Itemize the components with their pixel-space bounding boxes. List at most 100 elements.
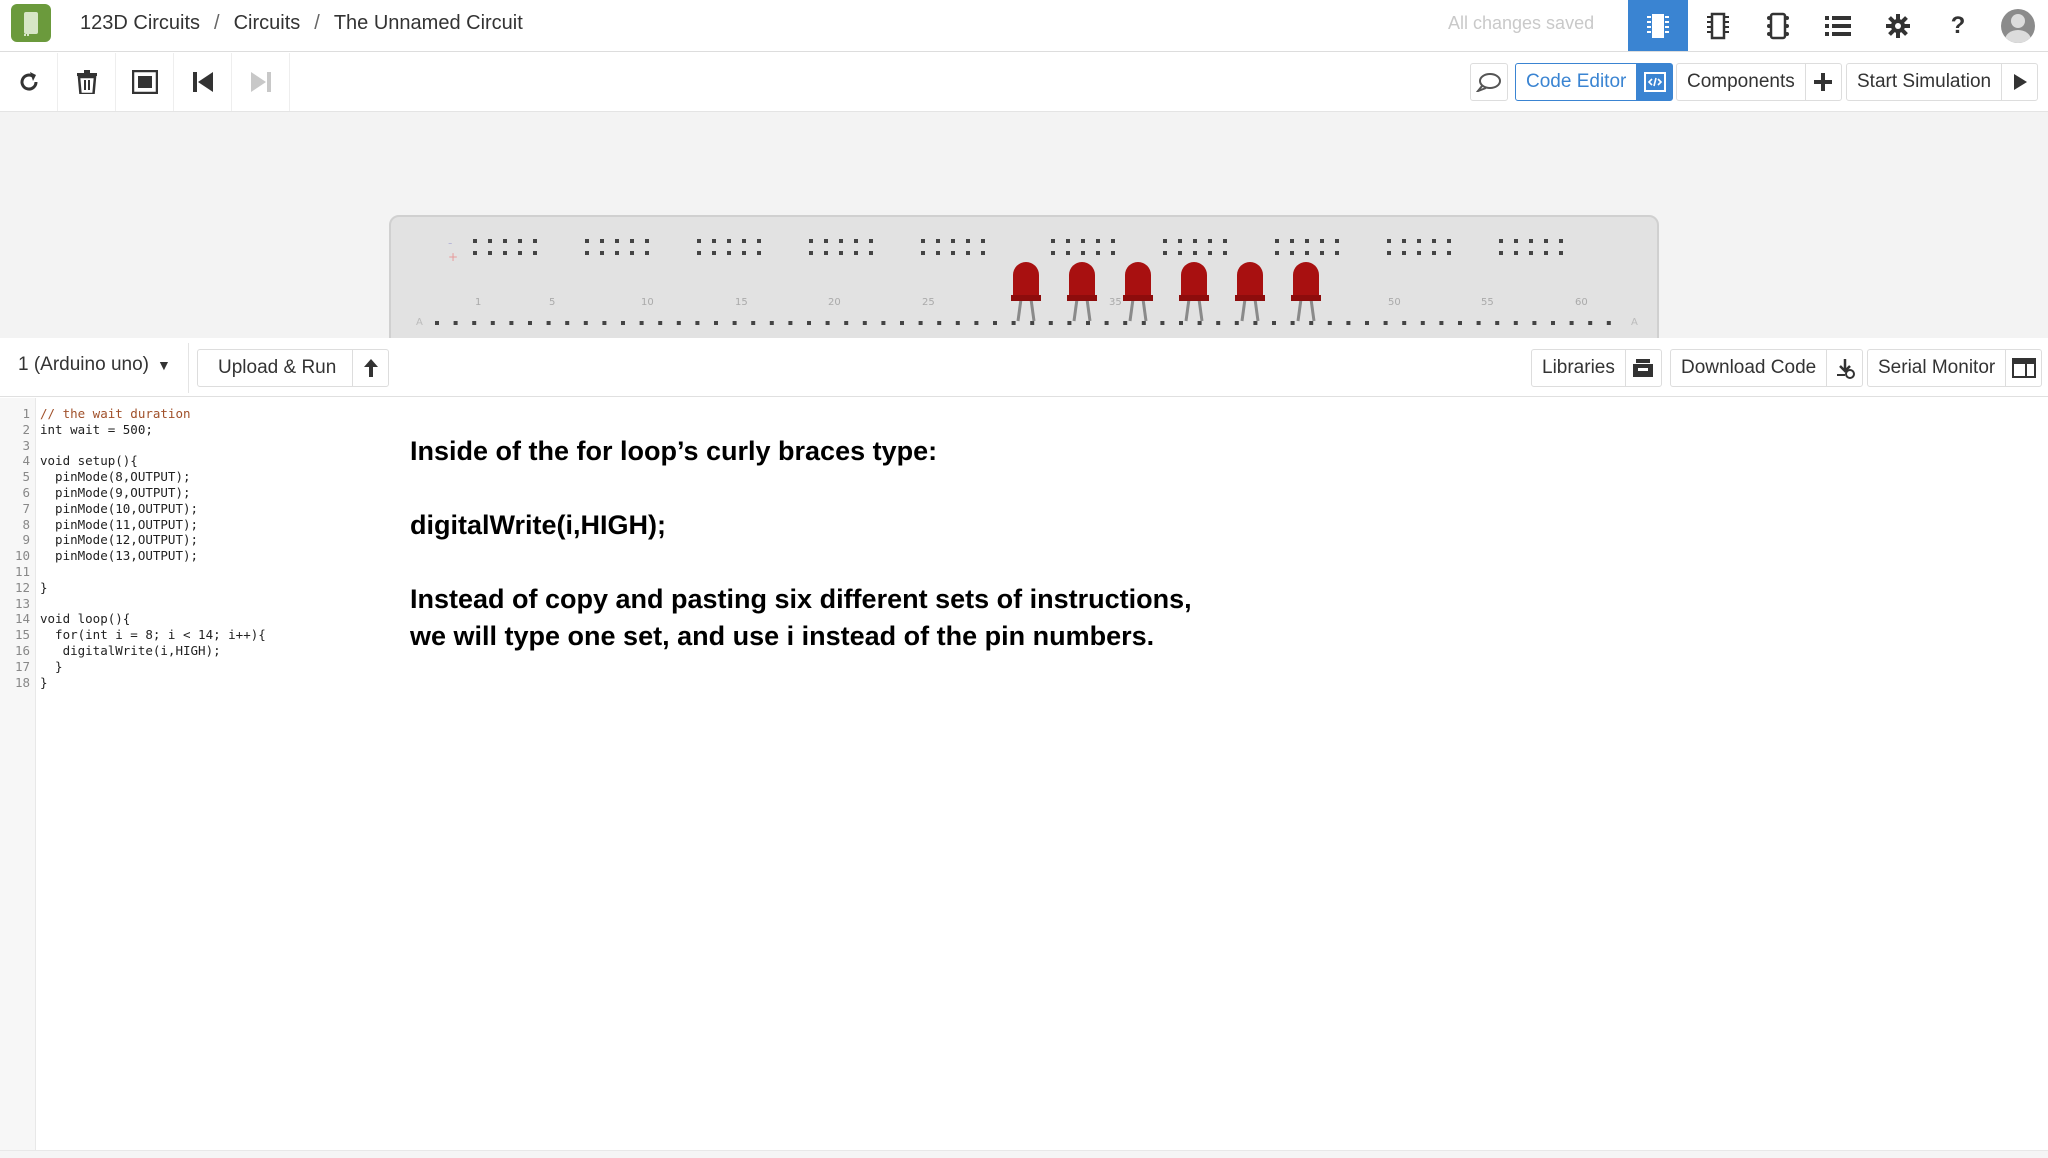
code-line[interactable]: void loop(){: [40, 611, 266, 627]
breadboard-hole: [809, 251, 813, 255]
breadboard-hole: [1387, 239, 1391, 243]
status-strip: [0, 1150, 2048, 1158]
code-line[interactable]: pinMode(11,OUTPUT);: [40, 517, 266, 533]
breadboard-hole: [1011, 321, 1016, 325]
breadboard-hole: [1123, 321, 1128, 325]
breadboard-hole: [757, 251, 761, 255]
column-label: 55: [1481, 297, 1494, 308]
breadboard-hole: [1417, 239, 1421, 243]
view-switcher: ?: [1628, 0, 2048, 51]
breadboard-hole: [1111, 251, 1115, 255]
breadboard-hole: [473, 239, 477, 243]
code-line[interactable]: pinMode(12,OUTPUT);: [40, 532, 266, 548]
led-leg: [1253, 298, 1260, 322]
line-number: 10: [14, 548, 30, 564]
breadboard-hole: [900, 321, 904, 325]
breadcrumb-item-home[interactable]: 123D Circuits: [80, 12, 200, 35]
breadcrumb-item-circuits[interactable]: Circuits: [234, 12, 301, 35]
breadboard-hole: [1529, 251, 1533, 255]
plus-icon: [1804, 64, 1841, 100]
led-leg: [1085, 298, 1092, 322]
breadboard-hole: [1272, 321, 1276, 325]
breadboard-hole: [1305, 251, 1309, 255]
code-line[interactable]: }: [40, 659, 266, 675]
help-icon[interactable]: ?: [1928, 0, 1988, 51]
caption-line-2: digitalWrite(i,HIGH);: [410, 510, 666, 540]
breadboard-hole: [1051, 251, 1055, 255]
breadboard-hole: [1320, 239, 1324, 243]
serial-monitor-button[interactable]: Serial Monitor: [1867, 349, 2043, 387]
code-editor-label: Code Editor: [1526, 71, 1627, 92]
gear-icon[interactable]: [1868, 0, 1928, 51]
pcb-view-icon[interactable]: [1748, 0, 1808, 51]
download-code-button[interactable]: Download Code: [1670, 349, 1864, 387]
code-line[interactable]: }: [40, 580, 266, 596]
code-line[interactable]: int wait = 500;: [40, 422, 266, 438]
user-avatar-icon[interactable]: [1988, 0, 2048, 51]
trash-icon[interactable]: [58, 53, 116, 111]
rotate-icon[interactable]: [0, 53, 58, 111]
line-number: 14: [14, 611, 30, 627]
code-line[interactable]: pinMode(10,OUTPUT);: [40, 501, 266, 517]
step-forward-icon[interactable]: [232, 53, 290, 111]
code-line[interactable]: pinMode(8,OUTPUT);: [40, 469, 266, 485]
breadboard-view-icon[interactable]: [1628, 0, 1688, 51]
breadboard-hole: [1499, 239, 1503, 243]
breadboard-hole: [1275, 251, 1279, 255]
breadboard-hole: [955, 321, 960, 325]
components-button[interactable]: Components: [1676, 63, 1842, 101]
start-simulation-label: Start Simulation: [1857, 71, 1992, 92]
code-text[interactable]: // the wait duration int wait = 500; void…: [40, 406, 266, 690]
breadboard-hole: [1432, 251, 1436, 255]
breadboard-hole: [1234, 321, 1239, 325]
line-number-gutter: 1 2 3 4 5 6 7 8 9 10 11 12 13 14 15 16 17 18: [0, 398, 36, 1150]
code-line[interactable]: pinMode(13,OUTPUT);: [40, 548, 266, 564]
circuit-canvas[interactable]: + -1 5 10 15 20 25 35 50 55 60 A A: [0, 112, 2048, 338]
breadboard-hole: [585, 239, 589, 243]
led-base: [1179, 295, 1209, 301]
led-leg: [1016, 298, 1023, 322]
schematic-view-icon[interactable]: [1688, 0, 1748, 51]
breadboard-hole: [1346, 321, 1351, 325]
save-status: All changes saved: [1448, 13, 1595, 33]
code-line[interactable]: }: [40, 675, 266, 691]
breadboard-hole: [1402, 239, 1406, 243]
breadboard-hole: [869, 251, 873, 255]
code-line[interactable]: [40, 438, 266, 454]
breadboard-hole: [1179, 321, 1183, 325]
serial-monitor-label: Serial Monitor: [1878, 357, 1996, 378]
breadboard-hole: [1365, 321, 1369, 325]
list-icon[interactable]: [1808, 0, 1868, 51]
led-leg: [1128, 298, 1135, 322]
breadboard-hole: [630, 251, 634, 255]
line-number: 15: [14, 627, 30, 643]
breadboard-graphic: +-1 5 10 15 20 25 35 50 55 60A A: [416, 236, 1638, 328]
start-simulation-button[interactable]: Start Simulation: [1846, 63, 2039, 101]
libraries-button[interactable]: Libraries: [1531, 349, 1662, 387]
code-line[interactable]: for(int i = 8; i < 14; i++){: [40, 627, 266, 643]
board-select[interactable]: 1 (Arduino uno) ▼: [18, 354, 171, 376]
upload-arrow-icon: [352, 350, 388, 386]
library-icon: [1624, 350, 1661, 386]
breadcrumb-item-circuit-name[interactable]: The Unnamed Circuit: [334, 12, 523, 35]
code-line[interactable]: void setup(){: [40, 453, 266, 469]
code-line[interactable]: // the wait duration: [40, 406, 266, 422]
app-logo[interactable]: [11, 4, 51, 42]
fit-to-screen-icon[interactable]: [116, 53, 174, 111]
breadboard-hole: [518, 251, 522, 255]
chat-icon[interactable]: [1470, 63, 1508, 101]
breadboard-hole: [712, 239, 716, 243]
breadboard-hole: [1096, 239, 1100, 243]
breadboard-hole: [676, 321, 681, 325]
breadboard-hole: [1417, 251, 1421, 255]
code-line[interactable]: digitalWrite(i,HIGH);: [40, 643, 266, 659]
code-line[interactable]: [40, 596, 266, 612]
caret-down-icon: ▼: [156, 357, 171, 373]
breadcrumb: 123D Circuits / Circuits / The Unnamed Circu…: [80, 12, 523, 35]
breadboard[interactable]: + -1 5 10 15 20 25 35 50 55 60 A A: [389, 215, 1659, 338]
code-line[interactable]: pinMode(9,OUTPUT);: [40, 485, 266, 501]
code-line[interactable]: [40, 564, 266, 580]
upload-run-button[interactable]: Upload & Run: [197, 349, 390, 387]
step-back-icon[interactable]: [174, 53, 232, 111]
code-editor-button[interactable]: Code Editor: [1515, 63, 1674, 101]
